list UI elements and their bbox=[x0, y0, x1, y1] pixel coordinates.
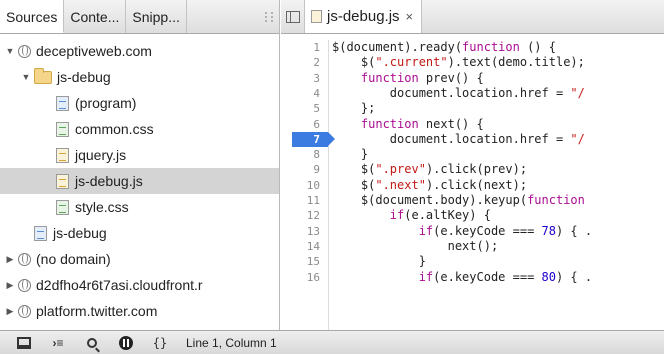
status-bar: ›≡ {} Line 1, Column 1 bbox=[0, 330, 664, 354]
line-number[interactable]: 1 bbox=[313, 40, 320, 55]
doc-file-icon bbox=[56, 95, 69, 111]
js-file-icon bbox=[56, 173, 69, 189]
code-line: document.location.href = "/ bbox=[332, 131, 585, 146]
source-editor: js-debug.js × 1 2 3 4 5 6 7 8 9 10 11 12 13 14 15 16 $(… bbox=[281, 0, 664, 330]
tree-item-label: js-debug bbox=[57, 69, 111, 85]
tree-item-label: style.css bbox=[75, 199, 129, 215]
code-line: } bbox=[332, 254, 426, 269]
tree-item-label: js-debug.js bbox=[75, 173, 143, 189]
globe-icon bbox=[18, 252, 31, 266]
line-number[interactable]: 13 bbox=[307, 224, 320, 239]
tree-item-label: jquery.js bbox=[75, 147, 127, 163]
tree-item-label: js-debug bbox=[53, 225, 107, 241]
console-icon[interactable]: ›≡ bbox=[46, 333, 70, 353]
doc-file-icon bbox=[34, 225, 47, 241]
triangle-right-icon[interactable]: ▶ bbox=[4, 306, 16, 317]
js-file-icon bbox=[56, 147, 69, 163]
line-number[interactable]: 14 bbox=[307, 239, 320, 254]
tree-item[interactable]: ▶ platform.twitter.com bbox=[0, 298, 279, 324]
triangle-down-icon[interactable]: ▼ bbox=[20, 72, 32, 82]
line-number[interactable]: 16 bbox=[307, 270, 320, 285]
globe-icon bbox=[18, 304, 31, 318]
tab-snippets[interactable]: Snipp... bbox=[126, 0, 187, 33]
file-tree: ▼deceptiveweb.com▼js-debug▶(program)▶com… bbox=[0, 34, 279, 324]
code-line: $(".next").click(next); bbox=[332, 177, 528, 192]
line-number-gutter[interactable]: 1 2 3 4 5 6 7 8 9 10 11 12 13 14 15 16 bbox=[281, 40, 335, 330]
line-number[interactable]: 11 bbox=[307, 193, 320, 208]
line-number[interactable]: 4 bbox=[313, 86, 320, 101]
navigator-splitter-handle[interactable] bbox=[265, 12, 273, 22]
tree-item[interactable]: ▶js-debug bbox=[0, 220, 279, 246]
code-line: next(); bbox=[332, 238, 499, 253]
code-line: $(document.body).keyup(function bbox=[332, 193, 585, 207]
tab-content-scripts[interactable]: Conte... bbox=[64, 0, 127, 33]
tree-item[interactable]: ▶common.css bbox=[0, 116, 279, 142]
code-line: document.location.href = "/ bbox=[332, 85, 585, 100]
line-number[interactable]: 8 bbox=[313, 147, 320, 162]
line-number[interactable]: 2 bbox=[313, 55, 320, 70]
code-line: function prev() { bbox=[360, 70, 484, 85]
code-line: function next() { bbox=[360, 116, 484, 131]
code-area[interactable]: 1 2 3 4 5 6 7 8 9 10 11 12 13 14 15 16 $(document).read… bbox=[281, 40, 664, 330]
tree-item-label: d2dfho4r6t7asi.cloudfront.r bbox=[36, 277, 203, 293]
tree-item[interactable]: ▼ js-debug bbox=[0, 64, 279, 90]
globe-icon bbox=[18, 278, 31, 292]
tree-item-label: (no domain) bbox=[36, 251, 111, 267]
close-icon[interactable]: × bbox=[406, 9, 414, 24]
line-number[interactable]: 9 bbox=[313, 162, 320, 177]
triangle-right-icon[interactable]: ▶ bbox=[4, 254, 16, 265]
folder-icon bbox=[34, 67, 52, 84]
editor-tab-js-debug[interactable]: js-debug.js × bbox=[305, 0, 423, 33]
globe-icon bbox=[18, 44, 31, 58]
code-line: $(".current").text(demo.title); bbox=[332, 55, 585, 70]
code-line: } bbox=[332, 147, 369, 162]
js-file-icon bbox=[311, 10, 322, 23]
toggle-navigator-icon[interactable] bbox=[281, 0, 305, 33]
cursor-position: Line 1, Column 1 bbox=[186, 335, 277, 350]
tab-sources[interactable]: Sources bbox=[0, 0, 65, 33]
tree-item-label: deceptiveweb.com bbox=[36, 43, 152, 59]
tree-item[interactable]: ▶(program) bbox=[0, 90, 279, 116]
tree-item[interactable]: ▶style.css bbox=[0, 194, 279, 220]
tree-item[interactable]: ▶ d2dfho4r6t7asi.cloudfront.r bbox=[0, 272, 279, 298]
triangle-right-icon[interactable]: ▶ bbox=[4, 280, 16, 291]
tree-item[interactable]: ▶ (no domain) bbox=[0, 246, 279, 272]
pause-on-exceptions-icon[interactable] bbox=[114, 333, 138, 353]
line-number[interactable]: 5 bbox=[313, 101, 320, 116]
css-file-icon bbox=[56, 199, 69, 215]
tree-item-label: (program) bbox=[75, 95, 137, 111]
editor-tabs: js-debug.js × bbox=[281, 0, 664, 34]
dock-icon[interactable] bbox=[12, 333, 36, 353]
tree-item[interactable]: ▶js-debug.js bbox=[0, 168, 279, 194]
css-file-icon bbox=[56, 121, 69, 137]
line-number[interactable]: 10 bbox=[307, 178, 320, 193]
breakpoint-line-number[interactable]: 7 bbox=[292, 131, 335, 147]
tree-item-label: common.css bbox=[75, 121, 154, 137]
code-line: $(document).ready(function () { bbox=[332, 40, 556, 54]
line-number[interactable]: 6 bbox=[313, 117, 320, 132]
pretty-print-icon[interactable]: {} bbox=[148, 333, 172, 353]
tree-item-label: platform.twitter.com bbox=[36, 303, 158, 319]
tree-item[interactable]: ▶jquery.js bbox=[0, 142, 279, 168]
line-number[interactable]: 12 bbox=[307, 208, 320, 223]
navigator-tabs: Sources Conte... Snipp... bbox=[0, 0, 279, 34]
tree-item[interactable]: ▼ deceptiveweb.com bbox=[0, 38, 279, 64]
code-line: if(e.keyCode === 78) { . bbox=[418, 223, 593, 238]
code-line: if(e.altKey) { bbox=[389, 208, 491, 223]
search-icon[interactable] bbox=[80, 333, 104, 353]
code-line: }; bbox=[332, 101, 376, 116]
code-line: if(e.keyCode === 80) { . bbox=[418, 269, 593, 284]
line-number[interactable]: 3 bbox=[313, 71, 320, 86]
code-line: $(".prev").click(prev); bbox=[332, 162, 528, 177]
sources-navigator: Sources Conte... Snipp... ▼ deceptiveweb.… bbox=[0, 0, 280, 330]
editor-tab-label: js-debug.js bbox=[327, 8, 400, 25]
line-number[interactable]: 15 bbox=[307, 254, 320, 269]
triangle-down-icon[interactable]: ▼ bbox=[4, 46, 16, 56]
